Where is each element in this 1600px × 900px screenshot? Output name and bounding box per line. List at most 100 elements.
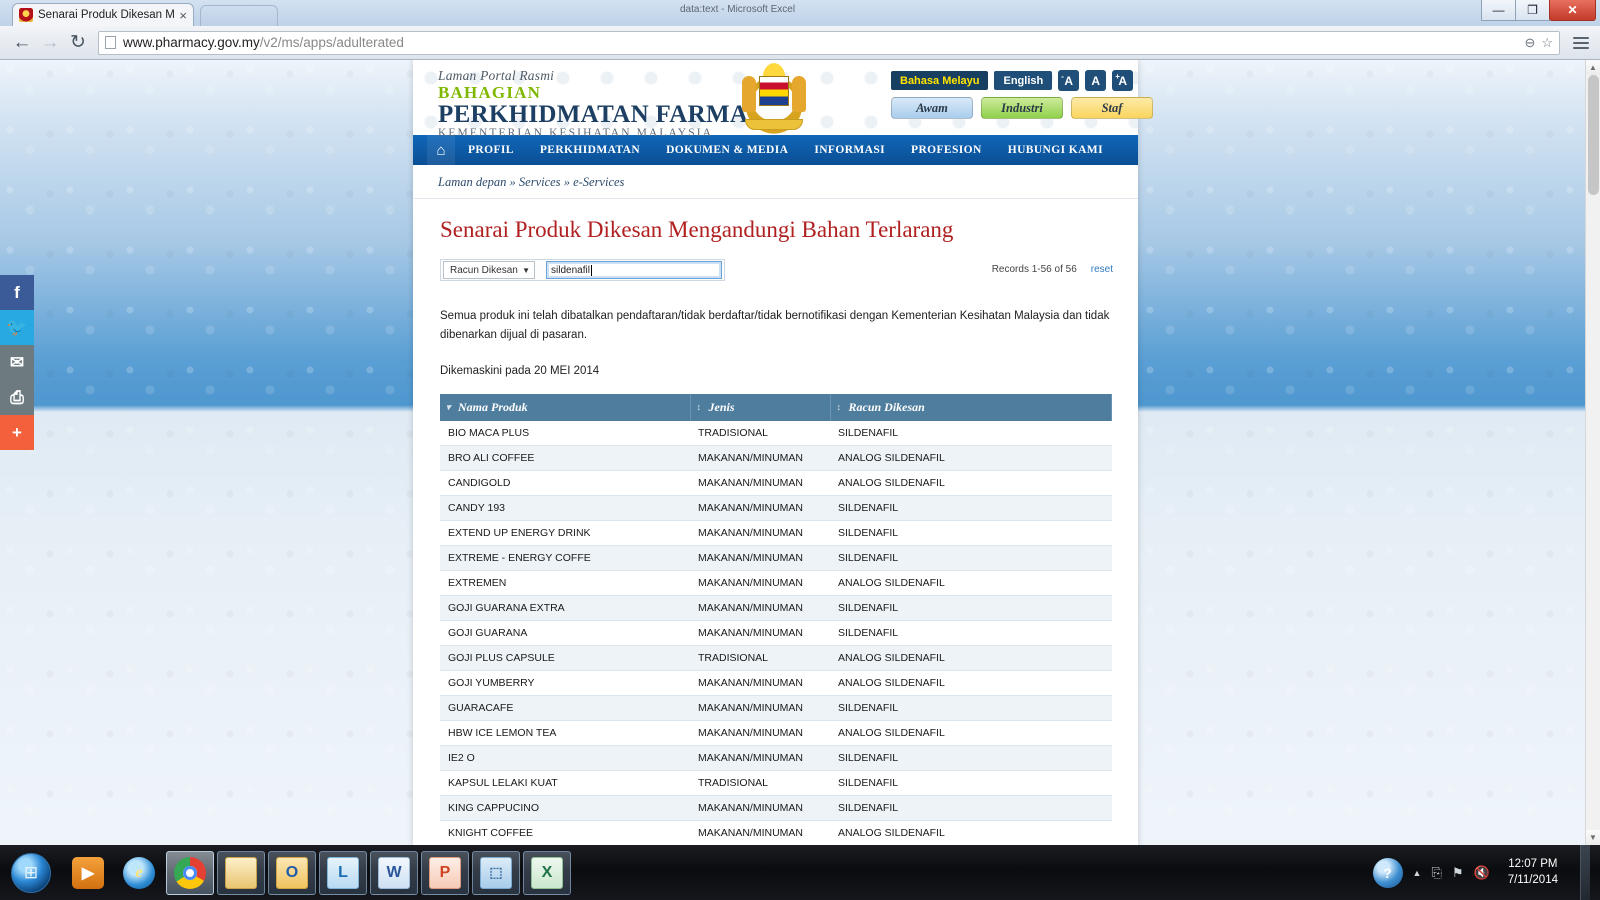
new-tab-button[interactable] <box>200 5 278 26</box>
nav-item-dokumen-media[interactable]: DOKUMEN & MEDIA <box>653 144 801 156</box>
microsoft-word-icon: W <box>378 856 410 889</box>
lang-bahasa-melayu-button[interactable]: Bahasa Melayu <box>891 71 989 90</box>
cell-detected-poison: ANALOG SILDENAFIL <box>830 570 1112 596</box>
zoom-icon[interactable]: ⊖ <box>1524 35 1535 51</box>
page-scrollbar[interactable]: ▲ ▼ <box>1585 60 1600 845</box>
cell-detected-poison: SILDENAFIL <box>830 795 1112 821</box>
table-row: KAPSUL LELAKI KUAT TRADISIONAL SILDENAFIL <box>440 770 1112 796</box>
cell-detected-poison: ANALOG SILDENAFIL <box>830 670 1112 696</box>
column-header-racun-dikesan[interactable]: ↕ Racun Dikesan <box>830 393 1112 421</box>
start-button[interactable]: ⊞ <box>4 850 58 896</box>
show-desktop-button[interactable] <box>1580 845 1590 900</box>
cell-product-name: GOJI YUMBERRY <box>440 670 690 696</box>
taskbar-item-microsoft-excel[interactable]: X <box>523 850 571 895</box>
taskbar-item-google-chrome[interactable] <box>166 850 214 895</box>
lang-english-button[interactable]: English <box>994 71 1053 90</box>
email-icon[interactable]: ✉ <box>0 345 34 380</box>
bookmark-star-icon[interactable]: ☆ <box>1541 35 1553 51</box>
volume-muted-icon[interactable]: 🔇 <box>1474 865 1490 881</box>
cell-detected-poison: ANALOG SILDENAFIL <box>830 645 1112 671</box>
taskbar-item-microsoft-powerpoint[interactable]: P <box>421 850 469 895</box>
taskbar-item-photo-viewer[interactable]: ⬚ <box>472 850 520 895</box>
cell-product-name: GOJI GUARANA <box>440 620 690 646</box>
google-chrome-icon <box>174 856 206 889</box>
audience-industri-button[interactable]: Industri <box>981 97 1063 119</box>
taskbar-item-microsoft-word[interactable]: W <box>370 850 418 895</box>
close-window-button[interactable]: ✕ <box>1549 0 1596 21</box>
site-logo[interactable]: Laman Portal Rasmi BAHAGIAN PERKHIDMATAN… <box>438 68 772 139</box>
chrome-menu-icon[interactable] <box>1570 36 1592 49</box>
browser-toolbar: ← → ↻ www.pharmacy.gov.my/v2/ms/apps/adu… <box>0 26 1600 60</box>
action-center-icon[interactable]: ? <box>1372 857 1403 888</box>
scroll-down-icon[interactable]: ▼ <box>1586 830 1600 845</box>
breadcrumb-eservices-link[interactable]: e-Services <box>573 175 624 189</box>
breadcrumb-services-link[interactable]: Services <box>519 175 561 189</box>
filter-column-value: Racun Dikesan <box>450 264 518 276</box>
cell-product-name: CANDIGOLD <box>440 470 690 496</box>
sort-indicator-icon: ▾ <box>446 401 451 412</box>
minimize-button[interactable]: — <box>1481 0 1516 21</box>
taskbar-item-microsoft-outlook[interactable]: O <box>268 850 316 895</box>
cell-detected-poison: SILDENAFIL <box>830 695 1112 721</box>
nav-item-profil[interactable]: PROFIL <box>455 144 527 156</box>
cell-product-type: TRADISIONAL <box>690 420 830 446</box>
cell-product-type: MAKANAN/MINUMAN <box>690 620 830 646</box>
cell-detected-poison: SILDENAFIL <box>830 595 1112 621</box>
browser-tab[interactable]: Senarai Produk Dikesan M × <box>12 3 194 26</box>
disclaimer-text: Semua produk ini telah dibatalkan pendaf… <box>440 310 1110 341</box>
window-controls: — ❐ ✕ <box>1481 0 1596 21</box>
forward-icon[interactable]: → <box>36 29 64 57</box>
back-icon[interactable]: ← <box>8 29 36 57</box>
chrome-browser-window: data:text - Microsoft Excel Senarai Prod… <box>0 0 1600 845</box>
taskbar-item-internet-explorer[interactable]: e <box>115 851 163 895</box>
scroll-up-icon[interactable]: ▲ <box>1586 60 1600 75</box>
reset-link[interactable]: reset <box>1091 264 1113 275</box>
text-cursor <box>590 264 592 276</box>
cell-product-type: MAKANAN/MINUMAN <box>690 745 830 771</box>
last-updated-text: Dikemaskini pada 20 MEI 2014 <box>440 364 600 377</box>
network-icon[interactable]: ⎘ <box>1431 865 1441 881</box>
logo-main: PERKHIDMATAN FARMASI <box>438 100 773 128</box>
twitter-icon[interactable]: 🐦 <box>0 310 34 345</box>
close-tab-icon[interactable]: × <box>179 9 187 22</box>
facebook-icon[interactable]: f <box>0 275 34 310</box>
column-header-jenis[interactable]: ↕ Jenis <box>690 393 831 421</box>
nav-item-hubungi-kami[interactable]: HUBUNGI KAMI <box>995 144 1116 156</box>
nav-item-informasi[interactable]: INFORMASI <box>801 144 898 156</box>
logo-ministry: KEMENTERIAN KESIHATAN MALAYSIA <box>438 127 714 140</box>
print-icon[interactable]: ⎙ <box>0 380 34 415</box>
cell-product-type: MAKANAN/MINUMAN <box>690 820 830 845</box>
cell-product-name: GOJI PLUS CAPSULE <box>440 645 690 671</box>
audience-awam-button[interactable]: Awam <box>891 97 973 119</box>
address-bar[interactable]: www.pharmacy.gov.my/v2/ms/apps/adulterat… <box>98 30 1560 55</box>
flag-icon[interactable]: ⚑ <box>1452 865 1464 881</box>
search-input[interactable]: sildenafil <box>546 261 722 279</box>
font-increase-button[interactable]: + A <box>1112 70 1134 91</box>
cell-detected-poison: ANALOG SILDENAFIL <box>830 445 1112 471</box>
column-header-nama-produk[interactable]: ▾ Nama Produk <box>440 393 691 421</box>
page-viewport: f 🐦 ✉ ⎙ + Laman Portal Rasmi BAHAGIAN PE… <box>0 60 1600 845</box>
cell-product-name: BIO MACA PLUS <box>440 420 690 446</box>
font-decrease-button[interactable]: -A <box>1058 70 1080 91</box>
nav-item-perkhidmatan[interactable]: PERKHIDMATAN <box>527 144 653 156</box>
column-label: Racun Dikesan <box>848 399 925 414</box>
reload-icon[interactable]: ↻ <box>64 29 92 57</box>
nav-home-icon[interactable]: ⌂ <box>427 135 455 165</box>
internet-explorer-icon: e <box>123 856 155 889</box>
audience-staf-button[interactable]: Staf <box>1071 97 1153 119</box>
table-row: IE2 O MAKANAN/MINUMAN SILDENAFIL <box>440 745 1112 771</box>
taskbar-item-windows-explorer[interactable] <box>217 850 265 895</box>
clock[interactable]: 12:07 PM 7/11/2014 <box>1500 857 1566 888</box>
taskbar-item-windows-media-player[interactable]: ▶ <box>64 851 112 895</box>
show-hidden-icons-chevron[interactable]: ▲ <box>1413 868 1422 878</box>
scrollbar-thumb[interactable] <box>1588 75 1599 195</box>
font-normal-button[interactable]: A <box>1085 70 1107 91</box>
clock-time: 12:07 PM <box>1508 857 1558 870</box>
taskbar-item-microsoft-lync[interactable]: L <box>319 850 367 895</box>
maximize-button[interactable]: ❐ <box>1515 0 1550 21</box>
cell-detected-poison: SILDENAFIL <box>830 745 1112 771</box>
filter-column-select[interactable]: Racun Dikesan ▼ <box>443 261 535 279</box>
nav-item-profesion[interactable]: PROFESION <box>898 144 995 156</box>
breadcrumb-home-link[interactable]: Laman depan <box>438 175 506 189</box>
share-more-icon[interactable]: + <box>0 415 34 450</box>
